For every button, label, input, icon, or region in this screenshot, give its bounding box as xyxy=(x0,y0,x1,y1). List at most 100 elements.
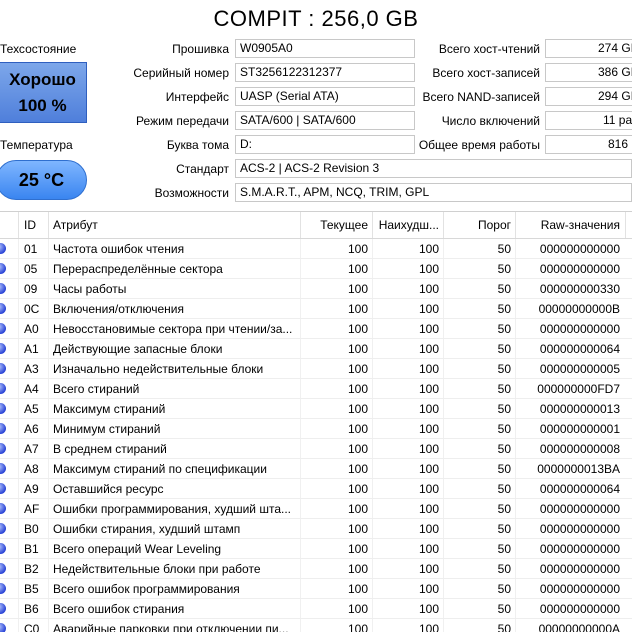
status-dot-icon xyxy=(0,263,6,274)
nand-writes-label: Всего NAND-записей xyxy=(422,90,540,104)
firmware-label: Прошивка xyxy=(172,42,229,56)
table-row[interactable]: A0 Невосстановимые сектора при чтении/за.… xyxy=(0,319,632,339)
attribute-current: 100 xyxy=(347,442,368,456)
status-dot-icon xyxy=(0,283,6,294)
attribute-raw: 000000000008 xyxy=(539,442,620,456)
transfer-mode-label: Режим передачи xyxy=(136,114,229,128)
header-raw[interactable]: Raw-значения xyxy=(515,218,620,232)
attribute-name: Действующие запасные блоки xyxy=(53,342,223,356)
attribute-id: B0 xyxy=(24,522,39,536)
attribute-name: Всего операций Wear Leveling xyxy=(53,542,222,556)
attribute-id: A3 xyxy=(24,362,39,376)
attribute-worst: 100 xyxy=(418,322,439,336)
table-row[interactable]: A4 Всего стираний 100 100 50 000000000FD7 xyxy=(0,379,632,399)
attribute-name: Невосстановимые сектора при чтении/за... xyxy=(53,322,293,336)
power-count-value: 11 раз xyxy=(603,113,632,127)
table-row[interactable]: B0 Ошибки стирания, худший штамп 100 100 50 0… xyxy=(0,519,632,539)
attribute-worst: 100 xyxy=(418,522,439,536)
attribute-threshold: 50 xyxy=(497,522,511,536)
status-dot-icon xyxy=(0,243,6,254)
health-status-button[interactable]: Хорошо 100 % xyxy=(0,62,87,123)
table-row[interactable]: A5 Максимум стираний 100 100 50 000000000013 xyxy=(0,399,632,419)
serial-field: ST3256122312377 xyxy=(235,63,415,82)
attribute-threshold: 50 xyxy=(497,442,511,456)
power-time-label: Общее время работы xyxy=(418,138,540,152)
attribute-name: Всего стираний xyxy=(53,382,140,396)
firmware-field: W0905A0 xyxy=(235,39,415,58)
table-row[interactable]: A8 Максимум стираний по спецификации 100 10… xyxy=(0,459,632,479)
status-dot-icon xyxy=(0,323,6,334)
header-worst[interactable]: Наихудш... xyxy=(372,218,439,232)
table-row[interactable]: 09 Часы работы 100 100 50 000000000330 xyxy=(0,279,632,299)
attribute-threshold: 50 xyxy=(497,502,511,516)
attribute-raw: 000000000005 xyxy=(539,362,620,376)
attribute-threshold: 50 xyxy=(497,422,511,436)
table-row[interactable]: B2 Недействительные блоки при работе 100 10… xyxy=(0,559,632,579)
attribute-id: B1 xyxy=(24,542,39,556)
table-row[interactable]: A7 В среднем стираний 100 100 50 000000000008 xyxy=(0,439,632,459)
attribute-current: 100 xyxy=(347,422,368,436)
nand-writes-field: 294 GB xyxy=(545,87,632,106)
attribute-worst: 100 xyxy=(418,602,439,616)
attribute-current: 100 xyxy=(347,482,368,496)
table-row[interactable]: 05 Перераспределённые сектора 100 100 50 0000… xyxy=(0,259,632,279)
attribute-current: 100 xyxy=(347,602,368,616)
table-row[interactable]: A3 Изначально недействительные блоки 100 10… xyxy=(0,359,632,379)
table-row[interactable]: B5 Всего ошибок программирования 100 100 50 0… xyxy=(0,579,632,599)
attribute-threshold: 50 xyxy=(497,542,511,556)
host-writes-label: Всего хост-записей xyxy=(432,66,540,80)
table-row[interactable]: B6 Всего ошибок стирания 100 100 50 000000000… xyxy=(0,599,632,619)
table-row[interactable]: 01 Частота ошибок чтения 100 100 50 000000000… xyxy=(0,239,632,259)
attribute-id: 05 xyxy=(24,262,38,276)
attribute-raw: 000000000000 xyxy=(539,542,620,556)
attribute-name: Часы работы xyxy=(53,282,127,296)
attribute-raw: 000000000013 xyxy=(539,402,620,416)
status-dot-icon xyxy=(0,543,6,554)
header-attribute[interactable]: Атрибут xyxy=(53,218,98,232)
host-writes-value: 386 GB xyxy=(598,65,632,79)
table-row[interactable]: AF Ошибки программирования, худший шта...… xyxy=(0,499,632,519)
host-reads-value: 274 GB xyxy=(598,41,632,55)
attribute-current: 100 xyxy=(347,522,368,536)
table-row[interactable]: A1 Действующие запасные блоки 100 100 50 0000… xyxy=(0,339,632,359)
attribute-raw: 00000000000B xyxy=(538,302,620,316)
attribute-threshold: 50 xyxy=(497,462,511,476)
attribute-worst: 100 xyxy=(418,262,439,276)
attribute-name: Ошибки стирания, худший штамп xyxy=(53,522,241,536)
attribute-worst: 100 xyxy=(418,342,439,356)
attribute-worst: 100 xyxy=(418,562,439,576)
attribute-id: A6 xyxy=(24,422,39,436)
attribute-id: 0C xyxy=(24,302,40,316)
status-dot-icon xyxy=(0,523,6,534)
smart-table[interactable]: ID Атрибут Текущее Наихудш... Порог Raw-… xyxy=(0,211,632,632)
attribute-worst: 100 xyxy=(418,502,439,516)
header-current[interactable]: Текущее xyxy=(300,218,368,232)
attribute-name: В среднем стираний xyxy=(53,442,167,456)
table-row[interactable]: C0 Аварийные парковки при отключении пи..… xyxy=(0,619,632,632)
table-row[interactable]: A6 Минимум стираний 100 100 50 000000000001 xyxy=(0,419,632,439)
table-header: ID Атрибут Текущее Наихудш... Порог Raw-… xyxy=(0,212,632,239)
attribute-raw: 000000000064 xyxy=(539,482,620,496)
table-row[interactable]: B1 Всего операций Wear Leveling 100 100 50 00… xyxy=(0,539,632,559)
attribute-current: 100 xyxy=(347,342,368,356)
attribute-name: Ошибки программирования, худший шта... xyxy=(53,502,291,516)
attribute-current: 100 xyxy=(347,582,368,596)
standard-label: Стандарт xyxy=(176,162,229,176)
status-dot-icon xyxy=(0,383,6,394)
temperature-button[interactable]: 25 °C xyxy=(0,160,87,200)
attribute-raw: 000000000000 xyxy=(539,322,620,336)
attribute-raw: 000000000000 xyxy=(539,502,620,516)
header-id[interactable]: ID xyxy=(24,218,36,232)
header-threshold[interactable]: Порог xyxy=(443,218,511,232)
nand-writes-value: 294 GB xyxy=(598,89,632,103)
attribute-name: Максимум стираний по спецификации xyxy=(53,462,267,476)
attribute-worst: 100 xyxy=(418,542,439,556)
features-label: Возможности xyxy=(154,186,229,200)
host-writes-field: 386 GB xyxy=(545,63,632,82)
table-row[interactable]: A9 Оставшийся ресурс 100 100 50 000000000064 xyxy=(0,479,632,499)
table-row[interactable]: 0C Включения/отключения 100 100 50 0000000000… xyxy=(0,299,632,319)
serial-label: Серийный номер xyxy=(133,66,229,80)
attribute-raw: 000000000000 xyxy=(539,242,620,256)
attribute-threshold: 50 xyxy=(497,262,511,276)
attribute-current: 100 xyxy=(347,302,368,316)
